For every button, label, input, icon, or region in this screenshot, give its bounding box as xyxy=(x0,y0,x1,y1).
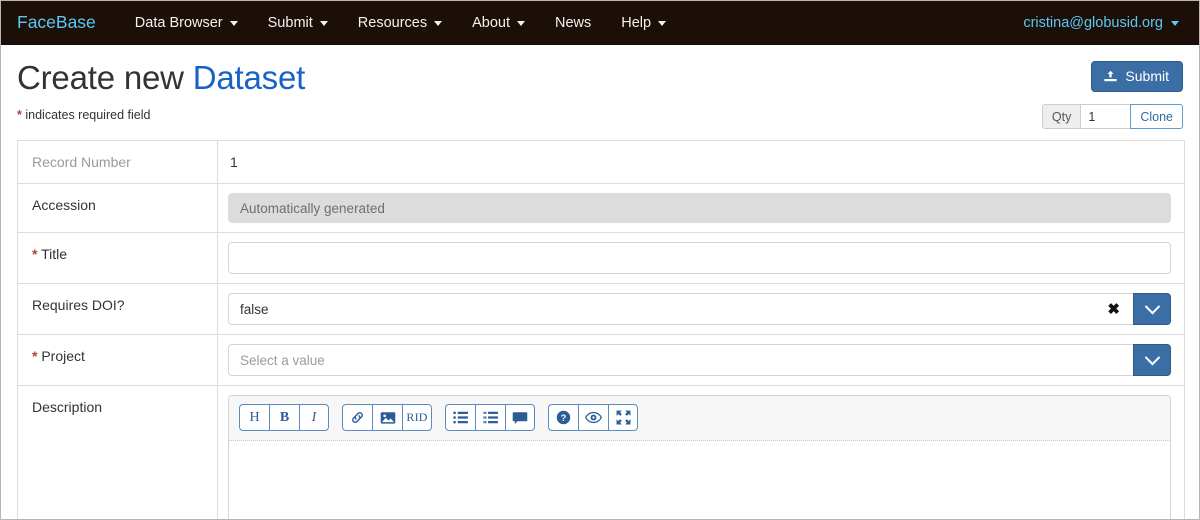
list-button-group xyxy=(445,404,535,432)
nav-item-label: Submit xyxy=(267,14,313,31)
chevron-down-icon xyxy=(1144,298,1160,315)
project-select[interactable]: Select a value xyxy=(228,344,1171,377)
qty-label: Qty xyxy=(1041,104,1081,130)
blockquote-icon[interactable] xyxy=(505,404,535,432)
preview-icon[interactable] xyxy=(578,404,608,432)
requires-doi-selected-value: false xyxy=(240,301,269,317)
bold-icon[interactable]: B xyxy=(269,404,299,432)
heading-icon[interactable]: H xyxy=(239,404,269,432)
page-header-actions: Submit Qty Clone xyxy=(1041,59,1183,130)
nav-item-resources[interactable]: Resources xyxy=(343,16,457,31)
page-title: Create new Dataset xyxy=(17,59,305,97)
form-row-requires-doi: Requires DOI? false ✖ xyxy=(18,284,1184,336)
create-dataset-form: Record Number 1 Accession Automatically … xyxy=(17,140,1185,519)
nav-menu: Data Browser Submit Resources About News… xyxy=(120,16,681,31)
nav-item-help[interactable]: Help xyxy=(606,16,681,31)
required-asterisk: * xyxy=(17,107,22,122)
chevron-down-icon xyxy=(517,20,525,26)
nav-item-label: About xyxy=(472,14,510,31)
editor-tools-button-group: ? xyxy=(548,404,638,432)
page-title-prefix: Create new xyxy=(17,59,184,96)
bulleted-list-icon[interactable] xyxy=(445,404,475,432)
qty-input[interactable] xyxy=(1080,104,1131,130)
clone-button[interactable]: Clone xyxy=(1130,104,1183,130)
main-content: Create new Dataset * indicates required … xyxy=(1,45,1199,519)
nav-right-section: cristina@globusid.org xyxy=(1017,16,1185,31)
chevron-down-icon xyxy=(319,20,328,26)
required-asterisk: * xyxy=(32,246,38,263)
image-icon[interactable] xyxy=(372,404,402,432)
project-dropdown-button[interactable] xyxy=(1133,344,1171,377)
submit-button-label: Submit xyxy=(1125,68,1169,84)
field-value-project: Select a value xyxy=(218,335,1184,385)
project-select-field[interactable]: Select a value xyxy=(228,344,1133,377)
clear-icon[interactable]: ✖ xyxy=(1105,302,1122,317)
form-row-accession: Accession Automatically generated xyxy=(18,184,1184,234)
record-number-value: 1 xyxy=(230,154,238,171)
field-value-description: H B I RID ? xyxy=(218,386,1184,519)
numbered-list-icon[interactable] xyxy=(475,404,505,432)
field-label-project-text: Project xyxy=(41,348,85,365)
help-icon[interactable]: ? xyxy=(548,404,578,432)
required-note-label: indicates required field xyxy=(25,107,151,122)
form-row-description: Description H B I RID ? xyxy=(18,386,1184,519)
nav-item-label: Help xyxy=(621,14,652,31)
markdown-toolbar: H B I RID ? xyxy=(229,396,1170,442)
field-value-record-number: 1 xyxy=(218,141,1184,183)
fullscreen-icon[interactable] xyxy=(608,404,638,432)
chevron-down-icon xyxy=(1144,349,1160,366)
page-header: Create new Dataset * indicates required … xyxy=(17,45,1183,130)
svg-text:?: ? xyxy=(561,413,567,423)
field-value-accession: Automatically generated xyxy=(218,184,1184,232)
page-header-left: Create new Dataset * indicates required … xyxy=(17,59,305,122)
submit-button[interactable]: Submit xyxy=(1091,61,1183,93)
app-window: FaceBase Data Browser Submit Resources A… xyxy=(0,0,1200,520)
form-row-record-number: Record Number 1 xyxy=(18,141,1184,185)
field-label-record-number: Record Number xyxy=(18,141,218,184)
accession-input-disabled: Automatically generated xyxy=(228,193,1171,224)
text-style-button-group: H B I xyxy=(239,404,329,432)
field-label-requires-doi: Requires DOI? xyxy=(18,284,218,335)
required-field-note: * indicates required field xyxy=(17,108,305,122)
user-account-menu[interactable]: cristina@globusid.org xyxy=(1017,16,1185,31)
chevron-down-icon xyxy=(658,20,667,26)
markdown-editor: H B I RID ? xyxy=(228,395,1171,519)
field-label-accession: Accession xyxy=(18,184,218,233)
insert-button-group: RID xyxy=(342,404,432,432)
link-icon[interactable] xyxy=(342,404,372,432)
nav-item-label: News xyxy=(555,14,592,31)
title-input[interactable] xyxy=(228,242,1171,275)
nav-item-data-browser[interactable]: Data Browser xyxy=(120,16,253,31)
field-label-project: * Project xyxy=(18,335,218,386)
user-email-label: cristina@globusid.org xyxy=(1023,14,1163,31)
nav-item-about[interactable]: About xyxy=(457,16,540,31)
nav-item-label: Data Browser xyxy=(134,14,223,31)
description-textarea[interactable] xyxy=(229,441,1170,519)
field-label-description: Description xyxy=(18,386,218,519)
requires-doi-dropdown-button[interactable] xyxy=(1133,293,1171,326)
field-label-title: * Title xyxy=(18,233,218,284)
form-row-project: * Project Select a value xyxy=(18,335,1184,387)
field-value-title xyxy=(218,233,1184,283)
field-label-title-text: Title xyxy=(41,246,68,263)
nav-item-label: Resources xyxy=(357,14,428,31)
nav-item-submit[interactable]: Submit xyxy=(253,16,343,31)
chevron-down-icon xyxy=(229,20,238,26)
brand-logo[interactable]: FaceBase xyxy=(17,14,96,32)
rid-icon[interactable]: RID xyxy=(402,404,432,432)
field-value-requires-doi: false ✖ xyxy=(218,284,1184,334)
nav-item-news[interactable]: News xyxy=(540,16,606,31)
italic-icon[interactable]: I xyxy=(299,404,329,432)
requires-doi-select[interactable]: false ✖ xyxy=(228,293,1171,326)
upload-icon xyxy=(1103,70,1118,84)
top-navbar: FaceBase Data Browser Submit Resources A… xyxy=(1,1,1199,45)
chevron-down-icon xyxy=(434,20,443,26)
page-title-entity: Dataset xyxy=(192,59,306,96)
chevron-down-icon xyxy=(1171,20,1179,26)
clone-quantity-group: Qty Clone xyxy=(1041,104,1183,130)
form-row-title: * Title xyxy=(18,233,1184,285)
required-asterisk: * xyxy=(32,348,38,365)
requires-doi-select-field[interactable]: false ✖ xyxy=(228,293,1133,326)
